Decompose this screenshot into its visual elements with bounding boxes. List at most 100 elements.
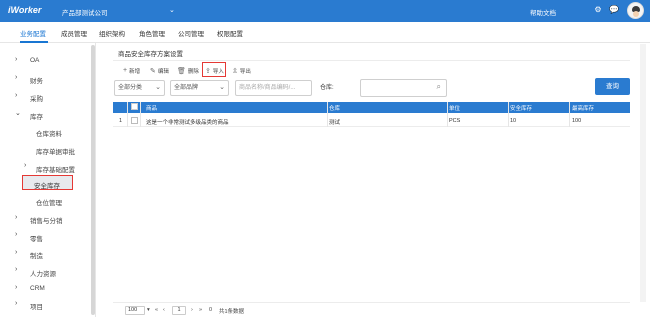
export-label: 导出 <box>239 68 251 75</box>
first-page-icon[interactable]: « <box>155 307 158 313</box>
chevron-down-icon: ⌄ <box>219 84 225 91</box>
table-row[interactable]: 1 这是一个非常测试多级品类的商品 测试 PCS 10 100 <box>113 114 630 127</box>
company-switcher[interactable]: 产品部测试公司 <box>62 7 108 17</box>
column-divider <box>140 102 141 127</box>
sidebar-item-location-mgmt[interactable]: 仓位管理 <box>36 197 62 207</box>
column-divider <box>508 102 509 127</box>
sidebar-item-inventory[interactable]: 库存 <box>30 111 43 121</box>
cell-max-stock: 100 <box>572 118 582 124</box>
sidebar-item-sales-distribution[interactable]: 销售与分销 <box>30 215 63 225</box>
row-checkbox[interactable] <box>131 117 138 124</box>
sidebar-item-finance[interactable]: 财务 <box>30 75 43 85</box>
page-title: 商品安全库存方案设置 <box>118 51 183 58</box>
chevron-right-icon: › <box>24 162 27 169</box>
avatar[interactable] <box>627 2 644 19</box>
search-icon[interactable]: ⌕ <box>437 82 441 92</box>
main-scrollbar[interactable] <box>640 44 646 302</box>
add-button[interactable]: + 新增 <box>123 66 140 75</box>
tab-role-mgmt[interactable]: 角色管理 <box>139 28 165 38</box>
chevron-right-icon: › <box>15 231 18 238</box>
row-index: 1 <box>119 118 123 124</box>
export-button[interactable]: ⇫ 导出 <box>232 66 251 75</box>
last-page-icon[interactable]: » <box>199 307 202 313</box>
tab-permission-config[interactable]: 权限配置 <box>217 28 243 38</box>
trash-icon: 🗑 <box>177 67 186 75</box>
tab-member-mgmt[interactable]: 成员管理 <box>61 28 87 38</box>
sidebar-item-manufacturing[interactable]: 制造 <box>30 250 43 260</box>
sidebar-item-hr[interactable]: 人力资源 <box>30 268 56 278</box>
total-pages: 0 <box>209 307 213 313</box>
column-header-max-stock[interactable]: 最高库存 <box>572 104 594 112</box>
next-page-icon[interactable]: › <box>191 307 193 313</box>
sidebar-item-safety-stock[interactable]: 安全库存 <box>34 180 60 190</box>
edit-button[interactable]: ✎ 编辑 <box>150 66 169 75</box>
brand-select[interactable]: 全部品牌 ⌄ <box>170 80 229 96</box>
total-records: 共1条数据 <box>219 309 245 315</box>
sidebar-item-warehouse-info[interactable]: 仓库资料 <box>36 128 62 138</box>
cell-safety-stock: 10 <box>510 118 517 124</box>
column-header-product[interactable]: 商品 <box>146 104 157 112</box>
import-icon: ⇪ <box>205 67 211 75</box>
divider <box>113 60 630 61</box>
pencil-icon: ✎ <box>150 67 156 75</box>
sidebar-scrollbar[interactable] <box>91 45 95 315</box>
app-logo: iWorker <box>8 5 42 15</box>
chevron-right-icon: › <box>15 74 18 81</box>
warehouse-label: 仓库: <box>320 85 334 91</box>
current-page-input[interactable]: 1 <box>172 306 186 315</box>
chat-icon[interactable]: 💬 <box>609 5 619 15</box>
gear-icon[interactable]: ⚙ <box>593 5 603 15</box>
add-label: 新增 <box>129 68 141 75</box>
help-docs-link[interactable]: 帮助文档 <box>530 7 556 17</box>
chevron-down-icon: ⌄ <box>15 110 21 117</box>
column-divider <box>127 102 128 127</box>
chevron-right-icon: › <box>15 56 18 63</box>
sidebar-item-crm[interactable]: CRM <box>30 285 45 292</box>
edit-label: 编辑 <box>157 68 169 75</box>
brand-value: 全部品牌 <box>174 85 199 91</box>
chevron-right-icon: › <box>15 266 18 273</box>
chevron-right-icon: › <box>15 249 18 256</box>
tab-business-config[interactable]: 业务配置 <box>20 28 46 38</box>
warehouse-input[interactable]: ⌕ <box>360 79 447 97</box>
column-header-safety-stock[interactable]: 安全库存 <box>510 104 532 112</box>
chevron-down-icon: ⌄ <box>155 84 161 91</box>
table-header: 商品 仓库 单位 安全库存 最高库存 <box>113 102 630 113</box>
sidebar-item-purchase[interactable]: 采购 <box>30 93 43 103</box>
prev-page-icon[interactable]: ‹ <box>163 307 165 313</box>
top-bar: iWorker 产品部测试公司 ⌄ 帮助文档 ⚙ 💬 <box>0 0 650 22</box>
tab-org-structure[interactable]: 组织架构 <box>99 28 125 38</box>
page-size-select[interactable]: 100 <box>125 306 145 315</box>
delete-button[interactable]: 🗑 删除 <box>177 66 199 75</box>
category-select[interactable]: 全部分类 ⌄ <box>114 80 165 96</box>
chevron-right-icon: › <box>15 300 18 307</box>
sidebar-item-inventory-basic-config[interactable]: 库存基础配置 <box>36 164 75 174</box>
column-header-unit[interactable]: 单位 <box>449 104 460 112</box>
query-button[interactable]: 查询 <box>595 78 630 95</box>
tab-company-mgmt[interactable]: 公司管理 <box>178 28 204 38</box>
delete-label: 删除 <box>187 68 199 75</box>
import-button[interactable]: ⇪ 导入 <box>205 66 224 75</box>
select-all-checkbox[interactable] <box>131 103 138 110</box>
cell-product: 这是一个非常测试多级品类的商品 <box>146 120 229 126</box>
column-divider <box>569 102 570 127</box>
sidebar-item-oa[interactable]: OA <box>30 57 39 64</box>
search-input[interactable]: 商品名称/商品编码/... <box>235 80 312 96</box>
sidebar-item-retail[interactable]: 零售 <box>30 233 43 243</box>
chevron-down-icon[interactable]: ⌄ <box>169 6 175 14</box>
column-header-warehouse[interactable]: 仓库 <box>329 104 340 112</box>
divider <box>113 302 630 303</box>
column-divider <box>447 102 448 127</box>
chevron-right-icon: › <box>15 92 18 99</box>
sidebar-item-project[interactable]: 项目 <box>30 301 43 311</box>
chevron-down-icon[interactable]: ▾ <box>147 307 150 313</box>
chevron-right-icon: › <box>15 284 18 291</box>
category-value: 全部分类 <box>118 85 143 91</box>
import-label: 导入 <box>212 68 224 75</box>
export-icon: ⇫ <box>232 67 238 75</box>
chevron-right-icon: › <box>15 214 18 221</box>
column-divider <box>327 102 328 127</box>
cell-unit: PCS <box>449 118 461 124</box>
plus-icon: + <box>123 67 128 74</box>
sidebar-item-inventory-approval[interactable]: 库存单据审批 <box>36 146 75 156</box>
